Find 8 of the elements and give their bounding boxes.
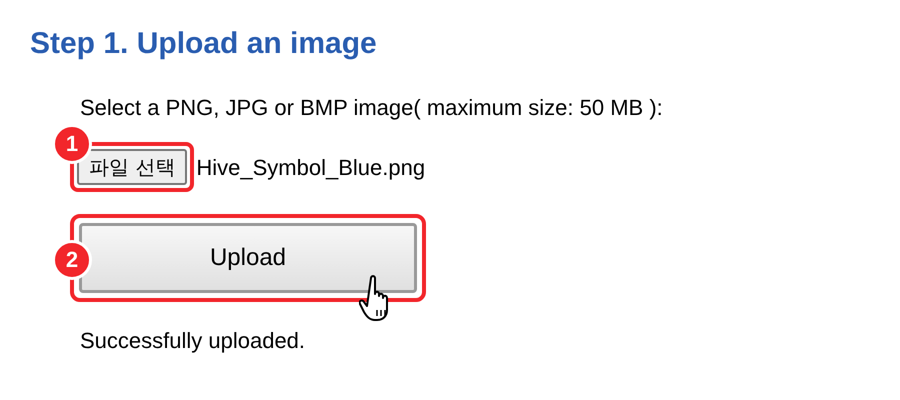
step-heading: Step 1. Upload an image bbox=[30, 26, 378, 62]
choose-file-button[interactable]: 파일 선택 bbox=[77, 149, 188, 185]
step-badge: 1 bbox=[52, 124, 92, 164]
upload-button[interactable]: Upload bbox=[79, 223, 417, 293]
file-name: Hive_Symbol_Blue.png bbox=[196, 154, 426, 182]
instruction-text: Select a PNG, JPG or BMP image( maximum size: 50 MB ): bbox=[80, 94, 664, 122]
step-badge: 2 bbox=[52, 240, 92, 280]
status-message: Successfully uploaded. bbox=[80, 327, 306, 355]
